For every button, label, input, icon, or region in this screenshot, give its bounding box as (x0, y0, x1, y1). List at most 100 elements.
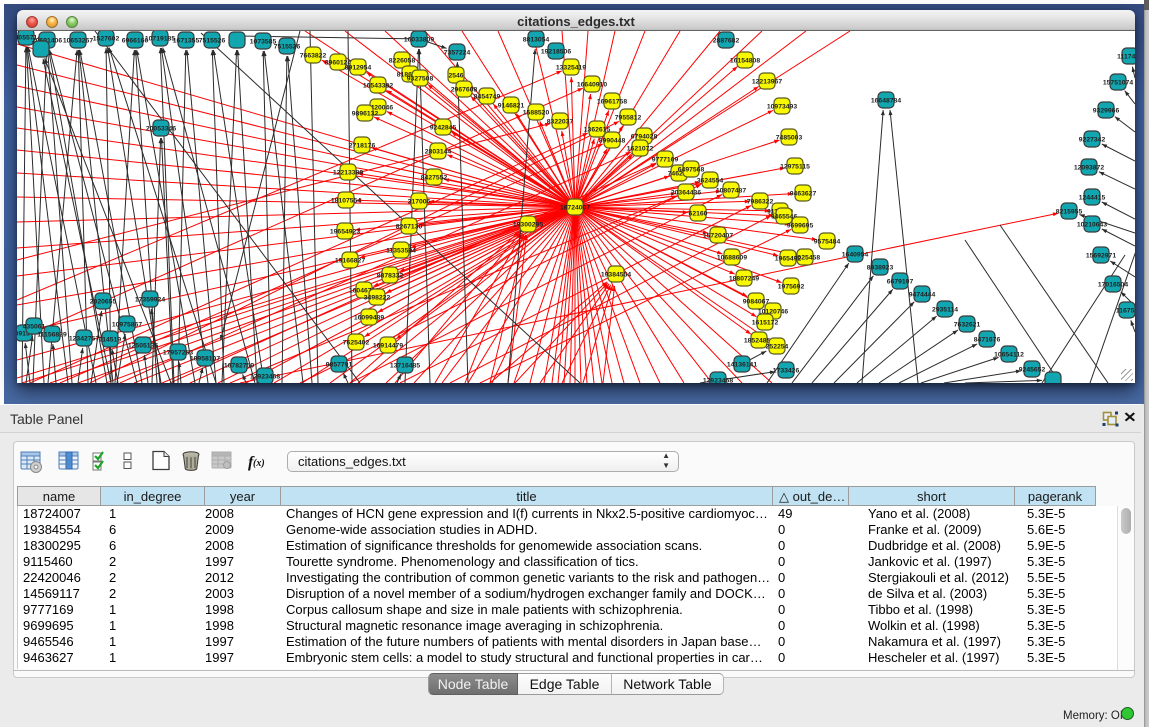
svg-text:12505135: 12505135 (128, 343, 158, 350)
svg-text:9242845: 9242845 (430, 125, 457, 132)
svg-text:7515526: 7515526 (199, 38, 226, 45)
svg-text:16154808: 16154808 (730, 58, 760, 65)
svg-text:8990448: 8990448 (599, 138, 626, 145)
svg-text:9327508: 9327508 (407, 76, 434, 83)
svg-text:9463627: 9463627 (790, 191, 817, 198)
svg-text:3624554: 3624554 (697, 178, 724, 185)
svg-text:7357224: 7357224 (444, 50, 471, 57)
svg-text:10958107: 10958107 (190, 356, 220, 363)
svg-text:9474444: 9474444 (909, 292, 936, 299)
svg-text:19654923: 19654923 (330, 229, 360, 236)
svg-text:13716485: 13716485 (390, 363, 420, 370)
svg-text:10688609: 10688609 (717, 255, 747, 262)
svg-text:17359924: 17359924 (135, 297, 165, 304)
svg-text:8322037: 8322037 (547, 119, 574, 126)
svg-text:2718176: 2718176 (349, 143, 376, 150)
svg-text:7632621: 7632621 (954, 322, 981, 329)
svg-text:7986322: 7986322 (747, 199, 774, 206)
svg-text:1975692: 1975692 (778, 284, 805, 291)
svg-text:20364436: 20364436 (671, 190, 701, 197)
svg-text:7625402: 7625402 (343, 340, 370, 347)
svg-text:12342757: 12342757 (69, 336, 99, 343)
svg-text:7485003: 7485003 (776, 135, 803, 142)
svg-text:8427552: 8427552 (421, 175, 448, 182)
svg-text:11353594: 11353594 (386, 248, 416, 255)
svg-text:11156829: 11156829 (37, 332, 67, 339)
svg-text:15751074: 15751074 (1103, 80, 1133, 87)
svg-text:9329966: 9329966 (1093, 108, 1120, 115)
svg-text:19384554: 19384554 (601, 272, 631, 279)
svg-text:1527602: 1527602 (93, 36, 120, 43)
svg-text:16640910: 16640910 (577, 82, 607, 89)
svg-text:16648784: 16648784 (871, 98, 901, 105)
svg-text:317006: 317006 (408, 199, 431, 206)
svg-text:12213389: 12213389 (333, 170, 363, 177)
svg-text:6679197: 6679197 (887, 279, 914, 286)
svg-text:1640954: 1640954 (842, 252, 869, 259)
svg-text:2967608: 2967608 (451, 87, 478, 94)
svg-text:2546: 2546 (448, 73, 463, 80)
svg-text:6497568: 6497568 (678, 167, 705, 174)
svg-text:435061: 435061 (23, 324, 46, 331)
svg-text:13325419: 13325419 (556, 65, 586, 72)
svg-text:1244415: 1244415 (1079, 195, 1106, 202)
svg-text:10975867: 10975867 (112, 322, 142, 329)
svg-text:18107554: 18107554 (331, 198, 361, 205)
svg-text:8454749: 8454749 (474, 94, 501, 101)
svg-text:16961758: 16961758 (597, 99, 627, 106)
svg-text:1621072: 1621072 (627, 146, 654, 153)
svg-text:9699695: 9699695 (787, 223, 814, 230)
svg-text:8215955: 8215955 (1056, 209, 1083, 216)
svg-text:10654112: 10654112 (994, 352, 1024, 359)
svg-text:116753: 116753 (1116, 308, 1135, 315)
svg-text:1965492: 1965492 (775, 256, 802, 263)
svg-text:10719185: 10719185 (145, 36, 175, 43)
svg-text:1671355: 1671355 (173, 38, 200, 45)
svg-text:10210643: 10210643 (1077, 222, 1107, 229)
svg-text:10807487: 10807487 (716, 188, 746, 195)
svg-text:1733426: 1733426 (773, 368, 800, 375)
svg-text:19166827: 19166827 (335, 258, 365, 265)
svg-text:16099489: 16099489 (354, 315, 384, 322)
svg-text:8267130: 8267130 (396, 224, 423, 231)
svg-text:8813054: 8813054 (523, 37, 550, 44)
svg-text:8471676: 8471676 (974, 337, 1001, 344)
svg-text:2020655: 2020655 (90, 299, 117, 306)
svg-text:8912954: 8912954 (345, 65, 372, 72)
svg-text:1615172: 1615172 (752, 320, 779, 327)
svg-text:18300295: 18300295 (513, 222, 543, 229)
svg-text:18724007: 18724007 (560, 205, 590, 212)
svg-text:1588520: 1588520 (523, 110, 550, 117)
svg-text:19218506: 19218506 (541, 49, 571, 56)
svg-text:1117434: 1117434 (1117, 54, 1135, 61)
svg-text:9575484: 9575484 (814, 239, 841, 246)
svg-text:15692971: 15692971 (1086, 253, 1116, 260)
svg-text:114519: 114519 (99, 337, 122, 344)
svg-text:12213967: 12213967 (752, 79, 782, 86)
svg-text:2803144: 2803144 (425, 149, 452, 156)
svg-text:62160: 62160 (689, 211, 708, 218)
svg-text:9245652: 9245652 (1019, 367, 1046, 374)
svg-text:16914479: 16914479 (373, 343, 403, 350)
svg-text:8226058: 8226058 (389, 58, 416, 65)
svg-text:8938923: 8938923 (867, 265, 894, 272)
svg-text:2935114: 2935114 (932, 307, 958, 314)
svg-text:12923468: 12923468 (703, 378, 733, 384)
svg-text:17957253: 17957253 (163, 350, 193, 357)
svg-text:16033809: 16033809 (404, 37, 434, 44)
svg-text:1073585: 1073585 (250, 39, 277, 46)
svg-text:(x): (x) (253, 458, 265, 469)
svg-text:9896132: 9896132 (352, 111, 379, 118)
svg-text:9146821: 9146821 (498, 103, 525, 110)
svg-text:17016504: 17016504 (1098, 282, 1128, 289)
svg-text:3498222: 3498222 (364, 295, 391, 302)
svg-text:9857791: 9857791 (326, 362, 353, 369)
svg-text:7515526: 7515526 (274, 44, 301, 51)
svg-text:7663822: 7663822 (300, 53, 327, 60)
svg-text:12975115: 12975115 (780, 164, 810, 171)
svg-text:16543382: 16543382 (363, 83, 393, 90)
svg-text:14136141: 14136141 (727, 362, 757, 369)
svg-text:9227342: 9227342 (1079, 137, 1106, 144)
svg-text:16782759: 16782759 (224, 363, 254, 370)
svg-text:12093872: 12093872 (1074, 165, 1104, 172)
